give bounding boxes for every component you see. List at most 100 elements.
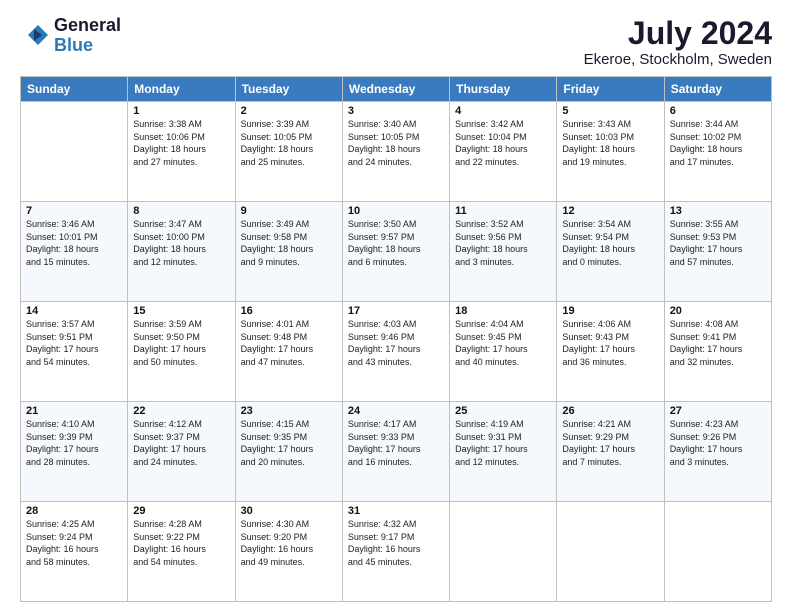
week-row-2: 7Sunrise: 3:46 AMSunset: 10:01 PMDayligh…: [21, 202, 772, 302]
calendar-header-row: Sunday Monday Tuesday Wednesday Thursday…: [21, 77, 772, 102]
day-info: Sunrise: 3:49 AMSunset: 9:58 PMDaylight:…: [241, 218, 337, 268]
calendar-cell: 5Sunrise: 3:43 AMSunset: 10:03 PMDayligh…: [557, 102, 664, 202]
day-info: Sunrise: 4:32 AMSunset: 9:17 PMDaylight:…: [348, 518, 444, 568]
day-number: 21: [26, 405, 122, 417]
day-number: 13: [670, 205, 766, 217]
calendar-cell: [21, 102, 128, 202]
calendar-cell: 19Sunrise: 4:06 AMSunset: 9:43 PMDayligh…: [557, 302, 664, 402]
day-number: 30: [241, 505, 337, 517]
day-info: Sunrise: 4:25 AMSunset: 9:24 PMDaylight:…: [26, 518, 122, 568]
day-info: Sunrise: 3:39 AMSunset: 10:05 PMDaylight…: [241, 118, 337, 168]
calendar-cell: 7Sunrise: 3:46 AMSunset: 10:01 PMDayligh…: [21, 202, 128, 302]
calendar-cell: 18Sunrise: 4:04 AMSunset: 9:45 PMDayligh…: [450, 302, 557, 402]
day-number: 9: [241, 205, 337, 217]
day-number: 10: [348, 205, 444, 217]
day-info: Sunrise: 3:47 AMSunset: 10:00 PMDaylight…: [133, 218, 229, 268]
page: General Blue July 2024 Ekeroe, Stockholm…: [0, 0, 792, 612]
calendar-cell: 10Sunrise: 3:50 AMSunset: 9:57 PMDayligh…: [342, 202, 449, 302]
day-info: Sunrise: 3:57 AMSunset: 9:51 PMDaylight:…: [26, 318, 122, 368]
calendar-cell: 9Sunrise: 3:49 AMSunset: 9:58 PMDaylight…: [235, 202, 342, 302]
day-info: Sunrise: 3:52 AMSunset: 9:56 PMDaylight:…: [455, 218, 551, 268]
day-number: 16: [241, 305, 337, 317]
day-number: 8: [133, 205, 229, 217]
calendar-cell: 1Sunrise: 3:38 AMSunset: 10:06 PMDayligh…: [128, 102, 235, 202]
col-wednesday: Wednesday: [342, 77, 449, 102]
calendar-cell: 24Sunrise: 4:17 AMSunset: 9:33 PMDayligh…: [342, 402, 449, 502]
calendar-cell: 20Sunrise: 4:08 AMSunset: 9:41 PMDayligh…: [664, 302, 771, 402]
day-info: Sunrise: 3:43 AMSunset: 10:03 PMDaylight…: [562, 118, 658, 168]
day-number: 20: [670, 305, 766, 317]
day-number: 23: [241, 405, 337, 417]
calendar: Sunday Monday Tuesday Wednesday Thursday…: [20, 76, 772, 602]
day-number: 12: [562, 205, 658, 217]
day-info: Sunrise: 4:17 AMSunset: 9:33 PMDaylight:…: [348, 418, 444, 468]
calendar-cell: 17Sunrise: 4:03 AMSunset: 9:46 PMDayligh…: [342, 302, 449, 402]
calendar-cell: 6Sunrise: 3:44 AMSunset: 10:02 PMDayligh…: [664, 102, 771, 202]
day-info: Sunrise: 4:03 AMSunset: 9:46 PMDaylight:…: [348, 318, 444, 368]
main-title: July 2024: [584, 16, 772, 51]
calendar-cell: 16Sunrise: 4:01 AMSunset: 9:48 PMDayligh…: [235, 302, 342, 402]
day-info: Sunrise: 4:10 AMSunset: 9:39 PMDaylight:…: [26, 418, 122, 468]
day-number: 14: [26, 305, 122, 317]
day-info: Sunrise: 4:06 AMSunset: 9:43 PMDaylight:…: [562, 318, 658, 368]
col-friday: Friday: [557, 77, 664, 102]
week-row-1: 1Sunrise: 3:38 AMSunset: 10:06 PMDayligh…: [21, 102, 772, 202]
calendar-cell: 26Sunrise: 4:21 AMSunset: 9:29 PMDayligh…: [557, 402, 664, 502]
col-monday: Monday: [128, 77, 235, 102]
calendar-cell: 3Sunrise: 3:40 AMSunset: 10:05 PMDayligh…: [342, 102, 449, 202]
day-info: Sunrise: 3:59 AMSunset: 9:50 PMDaylight:…: [133, 318, 229, 368]
calendar-cell: 12Sunrise: 3:54 AMSunset: 9:54 PMDayligh…: [557, 202, 664, 302]
week-row-4: 21Sunrise: 4:10 AMSunset: 9:39 PMDayligh…: [21, 402, 772, 502]
day-number: 18: [455, 305, 551, 317]
calendar-cell: 23Sunrise: 4:15 AMSunset: 9:35 PMDayligh…: [235, 402, 342, 502]
calendar-cell: 22Sunrise: 4:12 AMSunset: 9:37 PMDayligh…: [128, 402, 235, 502]
day-info: Sunrise: 3:55 AMSunset: 9:53 PMDaylight:…: [670, 218, 766, 268]
day-number: 7: [26, 205, 122, 217]
logo-text: General Blue: [54, 16, 121, 56]
calendar-cell: 4Sunrise: 3:42 AMSunset: 10:04 PMDayligh…: [450, 102, 557, 202]
col-saturday: Saturday: [664, 77, 771, 102]
calendar-cell: [450, 502, 557, 602]
day-info: Sunrise: 4:04 AMSunset: 9:45 PMDaylight:…: [455, 318, 551, 368]
day-number: 28: [26, 505, 122, 517]
title-block: July 2024 Ekeroe, Stockholm, Sweden: [584, 16, 772, 68]
logo: General Blue: [20, 16, 121, 56]
calendar-cell: 2Sunrise: 3:39 AMSunset: 10:05 PMDayligh…: [235, 102, 342, 202]
day-number: 29: [133, 505, 229, 517]
day-info: Sunrise: 3:54 AMSunset: 9:54 PMDaylight:…: [562, 218, 658, 268]
day-number: 2: [241, 105, 337, 117]
calendar-cell: 27Sunrise: 4:23 AMSunset: 9:26 PMDayligh…: [664, 402, 771, 502]
calendar-cell: 13Sunrise: 3:55 AMSunset: 9:53 PMDayligh…: [664, 202, 771, 302]
day-number: 26: [562, 405, 658, 417]
day-number: 31: [348, 505, 444, 517]
calendar-cell: 29Sunrise: 4:28 AMSunset: 9:22 PMDayligh…: [128, 502, 235, 602]
calendar-cell: 31Sunrise: 4:32 AMSunset: 9:17 PMDayligh…: [342, 502, 449, 602]
day-info: Sunrise: 4:30 AMSunset: 9:20 PMDaylight:…: [241, 518, 337, 568]
day-number: 17: [348, 305, 444, 317]
calendar-cell: [664, 502, 771, 602]
day-info: Sunrise: 3:38 AMSunset: 10:06 PMDaylight…: [133, 118, 229, 168]
calendar-cell: 11Sunrise: 3:52 AMSunset: 9:56 PMDayligh…: [450, 202, 557, 302]
day-number: 15: [133, 305, 229, 317]
day-info: Sunrise: 3:40 AMSunset: 10:05 PMDaylight…: [348, 118, 444, 168]
calendar-cell: 15Sunrise: 3:59 AMSunset: 9:50 PMDayligh…: [128, 302, 235, 402]
week-row-5: 28Sunrise: 4:25 AMSunset: 9:24 PMDayligh…: [21, 502, 772, 602]
calendar-cell: [557, 502, 664, 602]
day-number: 5: [562, 105, 658, 117]
day-info: Sunrise: 4:12 AMSunset: 9:37 PMDaylight:…: [133, 418, 229, 468]
day-info: Sunrise: 4:23 AMSunset: 9:26 PMDaylight:…: [670, 418, 766, 468]
day-number: 19: [562, 305, 658, 317]
col-thursday: Thursday: [450, 77, 557, 102]
day-info: Sunrise: 4:01 AMSunset: 9:48 PMDaylight:…: [241, 318, 337, 368]
day-number: 4: [455, 105, 551, 117]
calendar-cell: 28Sunrise: 4:25 AMSunset: 9:24 PMDayligh…: [21, 502, 128, 602]
header: General Blue July 2024 Ekeroe, Stockholm…: [20, 16, 772, 68]
week-row-3: 14Sunrise: 3:57 AMSunset: 9:51 PMDayligh…: [21, 302, 772, 402]
day-number: 24: [348, 405, 444, 417]
day-number: 3: [348, 105, 444, 117]
day-number: 11: [455, 205, 551, 217]
calendar-cell: 21Sunrise: 4:10 AMSunset: 9:39 PMDayligh…: [21, 402, 128, 502]
col-tuesday: Tuesday: [235, 77, 342, 102]
day-number: 27: [670, 405, 766, 417]
day-info: Sunrise: 3:50 AMSunset: 9:57 PMDaylight:…: [348, 218, 444, 268]
